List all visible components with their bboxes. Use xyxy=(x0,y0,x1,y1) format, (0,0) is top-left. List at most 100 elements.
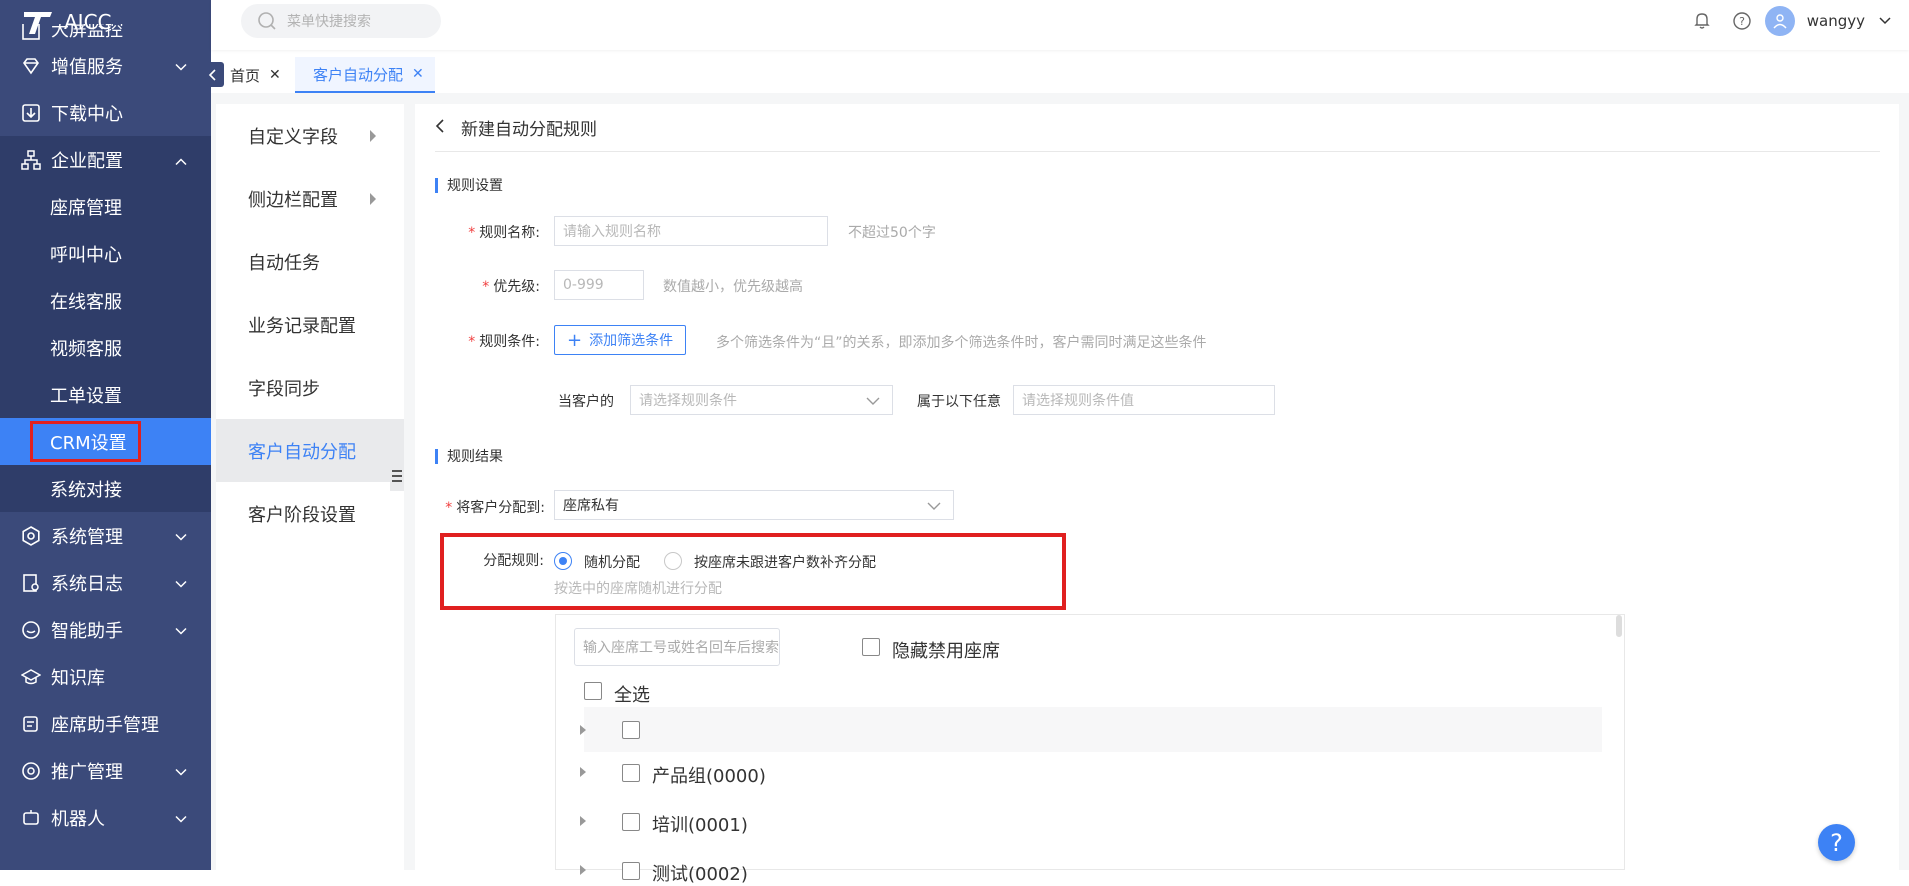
condition-value-input[interactable]: 请选择规则条件值 xyxy=(1013,385,1275,415)
radio-fill-label: 按座席未跟进客户数补齐分配 xyxy=(694,555,876,571)
sidebar-subitem-online[interactable]: 在线客服 xyxy=(0,277,211,324)
assistant-icon xyxy=(20,713,42,735)
help-circle-icon[interactable]: ? xyxy=(1732,11,1752,35)
condition-select[interactable]: 请选择规则条件 xyxy=(630,385,893,415)
diamond-icon xyxy=(20,55,42,77)
user-menu[interactable]: wangyy xyxy=(1764,6,1891,36)
menu2-stage-settings[interactable]: 客户阶段设置 xyxy=(216,482,404,545)
sidebar-item-label: 企业配置 xyxy=(51,150,123,172)
page-title: 新建自动分配规则 xyxy=(461,120,597,140)
menu2-sidebar-config[interactable]: 侧边栏配置 xyxy=(216,167,404,230)
radio-fill-by-unfollowed[interactable] xyxy=(664,552,682,570)
sidebar-item-download[interactable]: 下载中心 xyxy=(0,89,211,136)
plus-icon: + xyxy=(567,329,583,351)
sidebar-subitem-crm[interactable]: CRM设置 xyxy=(0,418,211,465)
search-placeholder: 菜单快捷搜索 xyxy=(287,14,371,30)
sidebar-subitem-callcenter[interactable]: 呼叫中心 xyxy=(0,230,211,277)
menu2-label: 客户阶段设置 xyxy=(248,504,356,526)
sidebar-subitem-seat[interactable]: 座席管理 xyxy=(0,183,211,230)
sidebar-item-promote[interactable]: 推广管理 xyxy=(0,747,211,794)
select-all-checkbox[interactable] xyxy=(584,682,602,700)
dashboard-icon xyxy=(20,24,42,42)
sidebar-item-value-added[interactable]: 增值服务 xyxy=(0,42,211,89)
chevron-down-icon xyxy=(927,499,941,515)
assign-select[interactable]: 座席私有 xyxy=(554,490,954,520)
tab-auto-assign[interactable]: 客户自动分配 ✕ xyxy=(295,57,435,93)
gear-icon xyxy=(20,525,42,547)
menu2-auto-assign[interactable]: 客户自动分配 xyxy=(216,419,404,482)
sidebar-subitem-integration[interactable]: 系统对接 xyxy=(0,465,211,512)
sidebar-item-label: 系统管理 xyxy=(51,526,123,548)
hide-disabled-checkbox[interactable] xyxy=(862,638,880,656)
sidebar-item-robot[interactable]: 机器人 xyxy=(0,794,211,841)
page-header: 新建自动分配规则 xyxy=(435,104,1880,152)
dist-rule-label: 分配规则: xyxy=(483,553,544,569)
seat-search-input[interactable]: 输入座席工号或姓名回车后搜索 xyxy=(574,628,780,666)
add-condition-button[interactable]: + 添加筛选条件 xyxy=(554,325,687,355)
menu2-label: 业务记录配置 xyxy=(248,315,356,337)
sidebar-item-knowledge[interactable]: 知识库 xyxy=(0,653,211,700)
caret-right-icon xyxy=(370,129,376,142)
placeholder: 请选择规则条件值 xyxy=(1022,393,1134,409)
sidebar-nav: 大屏监控 增值服务 下载中心 企业配置 座席管理 呼叫中心 在线客服 视频客服 … xyxy=(0,24,211,841)
assign-label: * 将客户分配到: xyxy=(445,500,545,516)
menu-drag-handle[interactable] xyxy=(390,461,404,491)
sidebar-subitem-ticket[interactable]: 工单设置 xyxy=(0,371,211,418)
sidebar-item-assistant[interactable]: 智能助手 xyxy=(0,606,211,653)
caret-right-icon[interactable] xyxy=(580,865,586,875)
caret-right-icon[interactable] xyxy=(580,767,586,777)
caret-right-icon[interactable] xyxy=(580,816,586,826)
radio-random[interactable] xyxy=(554,552,572,570)
help-button[interactable]: ? xyxy=(1818,824,1855,861)
placeholder: 请输入规则名称 xyxy=(563,224,661,240)
caret-right-icon[interactable] xyxy=(580,725,586,735)
secondary-menu: 自定义字段 侧边栏配置 自动任务 业务记录配置 字段同步 客户自动分配 客户阶段… xyxy=(216,104,404,870)
menu2-custom-fields[interactable]: 自定义字段 xyxy=(216,104,404,167)
sidebar-item-enterprise[interactable]: 企业配置 xyxy=(0,136,211,183)
hide-disabled-label: 隐藏禁用座席 xyxy=(892,641,1000,662)
sidebar-item-system[interactable]: 系统管理 xyxy=(0,512,211,559)
menu2-record-config[interactable]: 业务记录配置 xyxy=(216,293,404,356)
tab-label: 首页 xyxy=(230,66,261,85)
scrollbar[interactable] xyxy=(1616,615,1622,637)
sidebar-item-log[interactable]: 系统日志 xyxy=(0,559,211,606)
placeholder: 0-999 xyxy=(563,277,604,293)
close-icon[interactable]: ✕ xyxy=(412,66,424,82)
tree-checkbox[interactable] xyxy=(622,721,640,739)
tree-checkbox[interactable] xyxy=(622,764,640,782)
bell-icon[interactable] xyxy=(1692,11,1712,35)
menu2-auto-task[interactable]: 自动任务 xyxy=(216,230,404,293)
close-icon[interactable]: ✕ xyxy=(269,67,281,83)
menu2-field-sync[interactable]: 字段同步 xyxy=(216,356,404,419)
menu2-label: 字段同步 xyxy=(248,378,320,400)
drag-handle-icon xyxy=(392,470,402,482)
priority-input[interactable]: 0-999 xyxy=(554,270,644,300)
menu2-label: 自动任务 xyxy=(248,252,320,274)
chevron-down-icon xyxy=(175,619,187,640)
sidebar-item-label: 大屏监控 xyxy=(51,24,123,41)
menu2-label: 自定义字段 xyxy=(248,126,338,148)
section-title: 规则结果 xyxy=(447,449,503,465)
back-icon[interactable] xyxy=(435,118,445,138)
tab-home[interactable]: 首页 ✕ xyxy=(230,57,281,93)
menu-search-input[interactable]: 菜单快捷搜索 xyxy=(241,4,441,38)
priority-hint: 数值越小，优先级越高 xyxy=(663,279,803,295)
rule-name-input[interactable]: 请输入规则名称 xyxy=(554,216,828,246)
tree-checkbox[interactable] xyxy=(622,862,640,880)
section-title: 规则设置 xyxy=(447,178,503,194)
page-scrollbar[interactable] xyxy=(1899,93,1909,870)
tree-checkbox[interactable] xyxy=(622,813,640,831)
tree-row[interactable] xyxy=(584,707,1602,752)
sidebar-item-label: 机器人 xyxy=(51,808,105,830)
sidebar-item-dashboard[interactable]: 大屏监控 xyxy=(0,24,211,42)
priority-label: * 优先级: xyxy=(482,279,540,295)
current-customer-label: 当客户的 xyxy=(558,394,614,410)
sidebar-subitem-video[interactable]: 视频客服 xyxy=(0,324,211,371)
org-icon xyxy=(20,149,42,171)
avatar xyxy=(1764,6,1795,36)
rule-name-hint: 不超过50个字 xyxy=(848,225,936,241)
sidebar-item-label: 智能助手 xyxy=(51,620,123,642)
collapse-sidebar-button[interactable] xyxy=(199,62,224,87)
sidebar-item-seat-assistant[interactable]: 座席助手管理 xyxy=(0,700,211,747)
sidebar: AICC 大屏监控 增值服务 下载中心 企业配置 座席管理 呼叫中心 在线客服 … xyxy=(0,0,211,870)
